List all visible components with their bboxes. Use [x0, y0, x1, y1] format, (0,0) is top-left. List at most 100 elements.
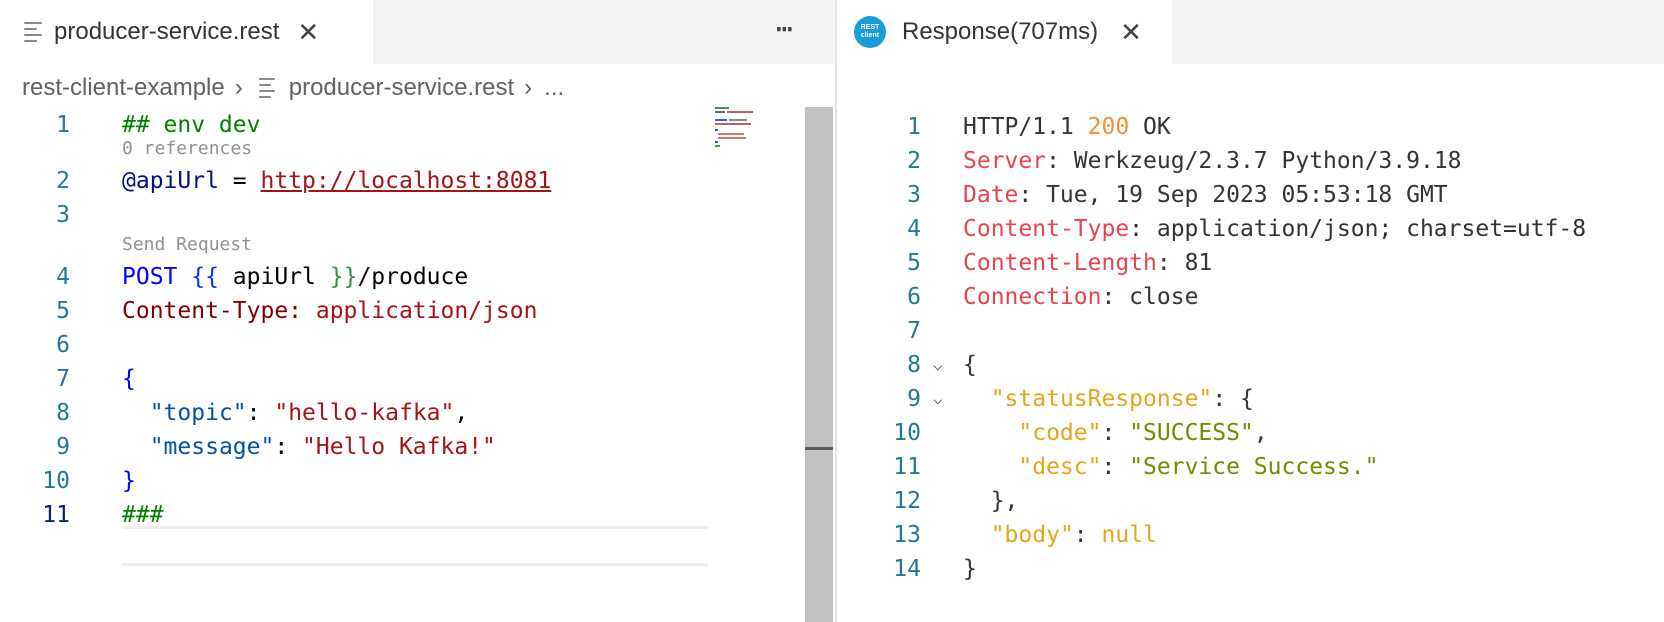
separator-token: , [1253, 420, 1268, 446]
url-link[interactable]: http://localhost:8081 [260, 168, 551, 194]
breadcrumb-folder[interactable]: rest-client-example [22, 74, 225, 102]
response-line: 2 Server: Werkzeug/2.3.7 Python/3.9.18 [837, 143, 1547, 179]
code-text: "topic": "hello-kafka", [122, 395, 469, 431]
line-number: 3 [56, 202, 70, 228]
method-token: POST [122, 264, 178, 290]
status-code: 200 [1087, 114, 1130, 140]
code-line: 9 "message": "Hello Kafka!" [0, 429, 710, 465]
header-name-token: Connection [963, 284, 1102, 310]
line-number: 2 [907, 148, 921, 174]
code-text: HTTP/1.1 200 OK [963, 109, 1171, 145]
code-text: Server: Werkzeug/2.3.7 Python/3.9.18 [963, 143, 1462, 179]
json-null-token: null [1101, 522, 1157, 548]
header-name-token: Date [963, 182, 1019, 208]
status-reason: OK [1129, 114, 1171, 140]
operator-token: = [218, 168, 261, 194]
header-value-token: : Werkzeug/2.3.7 Python/3.9.18 [1046, 148, 1462, 174]
variable-token: @apiUrl [122, 168, 219, 194]
response-pane: REST client Response(707ms) ✕ 1 HTTP/1.1 … [837, 0, 1664, 622]
line-number: 9 [907, 386, 921, 412]
protocol-token: HTTP/1.1 [963, 114, 1088, 140]
line-number: 7 [56, 366, 70, 392]
code-text: Connection: close [963, 279, 1198, 315]
json-key-token: "message" [149, 434, 275, 460]
file-lines-icon [24, 21, 42, 43]
response-line: 8 ⌵ { [837, 347, 1547, 383]
code-text: "desc": "Service Success." [963, 449, 1378, 485]
references-codelens[interactable]: 0 references [122, 136, 252, 162]
send-request-codelens[interactable]: Send Request [122, 232, 252, 258]
code-text: "body": null [963, 517, 1157, 553]
response-tab-bar: REST client Response(707ms) ✕ [837, 0, 1664, 64]
header-value-token: : 81 [1156, 250, 1213, 276]
header-name-token: Content-Length [963, 250, 1157, 276]
header-name-token: Content-Type [963, 216, 1130, 242]
separator-token: : [1101, 420, 1130, 446]
editor-pane: producer-service.rest ✕ ⋯ rest-client-ex… [0, 0, 835, 622]
fold-chevron-icon[interactable]: ⌵ [933, 381, 943, 417]
path-token: /produce [357, 264, 469, 290]
line-number: 11 [42, 502, 70, 528]
separator-token: : [1101, 454, 1130, 480]
separator-token: : [274, 434, 303, 460]
header-value-token: : application/json; charset=utf-8 [1129, 216, 1587, 242]
tab-response[interactable]: REST client Response(707ms) ✕ [837, 0, 1172, 64]
file-lines-icon [258, 77, 275, 99]
rest-icon-text: REST [860, 24, 880, 31]
code-line: 8 "topic": "hello-kafka", [0, 395, 710, 431]
code-line: 4 POST {{ apiUrl }}/produce [0, 259, 710, 295]
header-name-token: Content-Type: [122, 298, 303, 324]
line-number: 9 [56, 434, 70, 460]
separator-token: : [1073, 522, 1102, 548]
json-string-token: "SUCCESS" [1129, 420, 1254, 446]
breadcrumb-ellipsis[interactable]: ... [544, 74, 564, 102]
line-number: 4 [907, 216, 921, 242]
fold-chevron-icon[interactable]: ⌵ [933, 347, 943, 383]
tab-producer-service[interactable]: producer-service.rest ✕ [0, 0, 373, 64]
line-number: 2 [56, 168, 70, 194]
line-number: 13 [893, 522, 921, 548]
json-key-token: "code" [1018, 420, 1102, 446]
chevron-right-icon: › [524, 74, 533, 101]
close-icon[interactable]: ✕ [1120, 19, 1142, 45]
editor-tab-bar: producer-service.rest ✕ ⋯ [0, 0, 835, 64]
json-key-token: "desc" [1018, 454, 1102, 480]
code-text: @apiUrl = http://localhost:8081 [122, 163, 551, 199]
line-number: 5 [56, 298, 70, 324]
response-line: 7 [837, 313, 1547, 349]
brace-token: { [963, 352, 977, 378]
line-number: 8 [56, 400, 70, 426]
code-line: 2 @apiUrl = http://localhost:8081 [0, 163, 710, 199]
code-text: "code": "SUCCESS", [963, 415, 1268, 451]
code-text: }, [963, 483, 1019, 519]
chevron-right-icon: › [234, 74, 243, 101]
brace-token: }, [990, 488, 1019, 514]
tab-label: Response(707ms) [902, 18, 1099, 45]
response-line: 11 "desc": "Service Success." [837, 449, 1547, 485]
code-text: "message": "Hello Kafka!" [122, 429, 496, 465]
code-line: 10 } [0, 463, 710, 499]
response-line: 9 ⌵ "statusResponse": { [837, 381, 1547, 417]
minimap[interactable] [713, 107, 785, 157]
json-string-token: "Hello Kafka!" [302, 434, 496, 460]
close-icon[interactable]: ✕ [297, 19, 319, 45]
line-number: 3 [907, 182, 921, 208]
line-number: 14 [893, 556, 921, 582]
line-number: 12 [893, 488, 921, 514]
code-text: Content-Type: application/json [122, 293, 537, 329]
separator-token: : [246, 400, 275, 426]
vertical-scrollbar[interactable] [805, 107, 833, 622]
response-line: 6 Connection: close [837, 279, 1547, 315]
line-number: 8 [907, 352, 921, 378]
comment-token: ### [122, 502, 164, 528]
line-number: 10 [42, 468, 70, 494]
scrollbar-ruler [805, 447, 833, 450]
more-actions-icon[interactable]: ⋯ [776, 14, 795, 44]
line-number: 6 [56, 332, 70, 358]
breadcrumb-file[interactable]: producer-service.rest [289, 74, 514, 102]
response-line: 1 HTTP/1.1 200 OK [837, 109, 1547, 145]
response-line: 13 "body": null [837, 517, 1547, 553]
code-line: 6 [0, 327, 710, 363]
separator-token: : { [1212, 386, 1254, 412]
line-number: 6 [907, 284, 921, 310]
